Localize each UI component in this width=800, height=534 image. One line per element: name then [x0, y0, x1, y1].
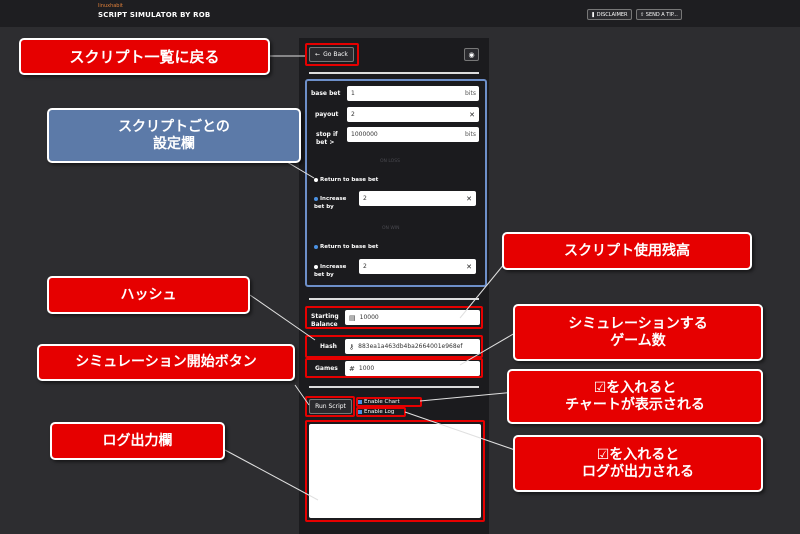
callout-log-area: ログ出力欄	[50, 422, 225, 460]
callout-script-balance: スクリプト使用残高	[502, 232, 752, 270]
callout-log-check: ☑を入れると ログが出力される	[513, 435, 763, 492]
callout-per-script-settings: スクリプトごとの 設定欄	[47, 108, 301, 163]
callout-back-to-list: スクリプト一覧に戻る	[19, 38, 270, 75]
callout-start-button: シミュレーション開始ボタン	[37, 344, 295, 381]
callout-hash: ハッシュ	[47, 276, 250, 314]
callout-game-count: シミュレーションする ゲーム数	[513, 304, 763, 361]
callout-chart-check: ☑を入れると チャートが表示される	[507, 369, 763, 424]
